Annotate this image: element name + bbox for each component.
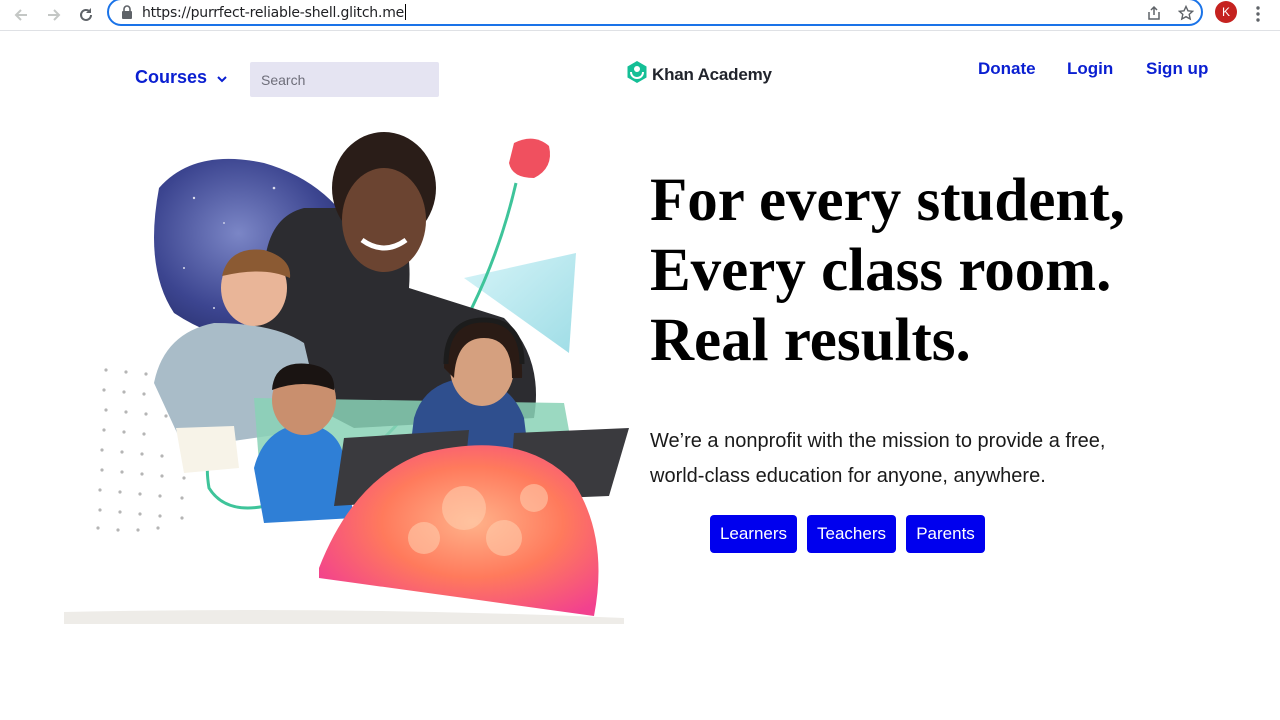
red-balloon: [509, 138, 550, 178]
logo-text: Khan Academy: [652, 64, 772, 84]
mission-statement: We’re a nonprofit with the mission to pr…: [650, 424, 1170, 494]
headline-line-3: Real results.: [650, 307, 971, 374]
search-input[interactable]: [250, 62, 439, 97]
browser-toolbar: https://purrfect-reliable-shell.glitch.m…: [0, 0, 1280, 31]
star-icon[interactable]: [1176, 3, 1196, 23]
learners-button[interactable]: Learners: [710, 515, 797, 553]
parents-button[interactable]: Parents: [906, 515, 985, 553]
back-arrow-icon[interactable]: [9, 3, 33, 27]
notebook: [176, 426, 239, 473]
hero-headline: For every student, Every class room. Rea…: [650, 166, 1210, 376]
login-link[interactable]: Login: [1067, 59, 1113, 79]
url-text[interactable]: https://purrfect-reliable-shell.glitch.m…: [142, 4, 407, 21]
menu-dots-icon[interactable]: [1250, 3, 1266, 25]
mission-line-2: world-class education for anyone, anywhe…: [650, 465, 1046, 487]
reload-icon[interactable]: [74, 3, 98, 27]
forward-arrow-icon[interactable]: [42, 3, 66, 27]
khan-academy-logo[interactable]: Khan Academy: [626, 60, 772, 89]
ground-strip: [64, 610, 624, 624]
donate-link[interactable]: Donate: [978, 59, 1036, 79]
courses-label: Courses: [135, 67, 208, 87]
teachers-button[interactable]: Teachers: [807, 515, 896, 553]
share-icon[interactable]: [1144, 3, 1164, 23]
hero-students-collage: [64, 132, 629, 624]
courses-dropdown[interactable]: Courses: [135, 67, 227, 88]
lock-icon[interactable]: [121, 5, 133, 24]
hexagon-logo-icon: [626, 60, 648, 89]
signup-link[interactable]: Sign up: [1146, 59, 1208, 79]
headline-line-2: Every class room.: [650, 237, 1112, 304]
mission-line-1: We’re a nonprofit with the mission to pr…: [650, 430, 1106, 452]
profile-avatar[interactable]: K: [1215, 1, 1237, 23]
chevron-down-icon: [217, 67, 227, 88]
address-bar[interactable]: https://purrfect-reliable-shell.glitch.m…: [107, 0, 1203, 26]
headline-line-1: For every student,: [650, 167, 1125, 234]
student-girl-top-face: [342, 168, 426, 272]
